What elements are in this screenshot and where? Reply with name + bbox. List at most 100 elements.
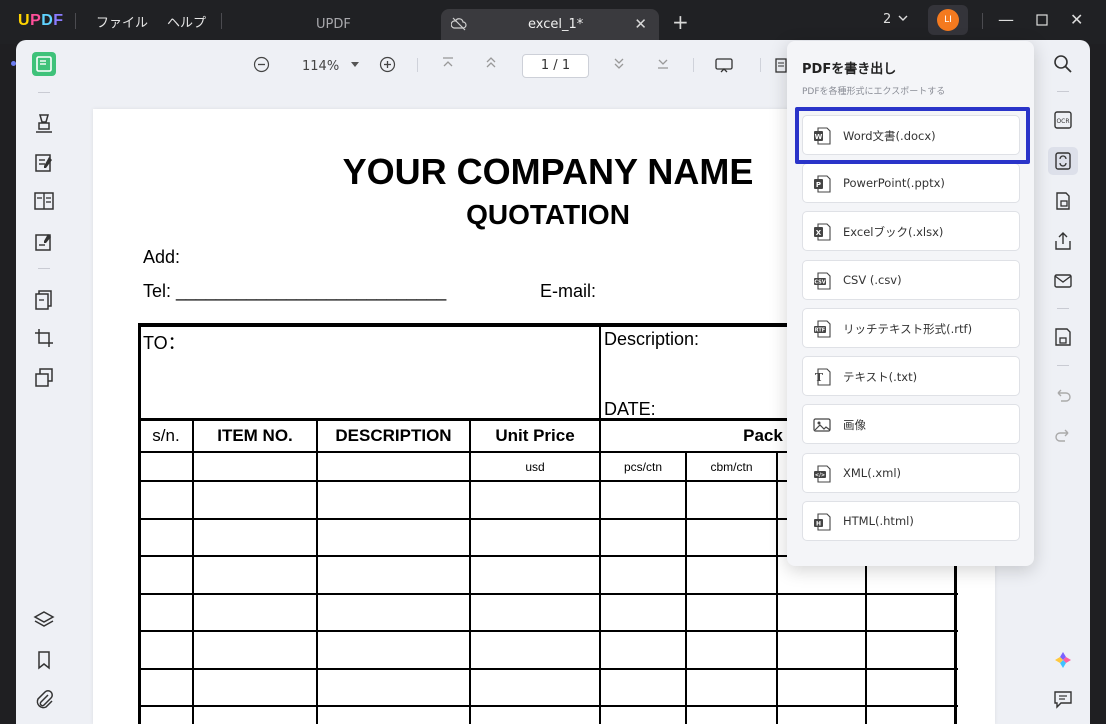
close-window-icon[interactable]: ✕	[1070, 10, 1083, 29]
to-label: TO：	[143, 333, 186, 353]
subheader-usd: usd	[525, 460, 545, 474]
email-icon[interactable]	[1052, 270, 1074, 292]
new-tab-button[interactable]: +	[672, 10, 689, 34]
comment-icon[interactable]	[1052, 688, 1074, 710]
zoom-level[interactable]: 114%	[302, 59, 339, 74]
organize-pages-icon[interactable]	[32, 288, 56, 312]
export-csv-button[interactable]: CSV CSV (.csv)	[802, 260, 1020, 300]
page-number-input[interactable]: 1 / 1	[522, 54, 589, 78]
page-display-icon[interactable]	[775, 58, 787, 73]
divider	[38, 92, 50, 93]
divider	[75, 13, 76, 29]
svg-text:P: P	[816, 181, 821, 189]
app-logo: UPDF	[18, 12, 64, 29]
description-label: Description:	[604, 329, 700, 349]
previous-page-icon[interactable]	[484, 56, 498, 70]
share-icon[interactable]	[1052, 230, 1074, 252]
minimize-icon[interactable]: —	[998, 10, 1014, 29]
divider	[38, 268, 50, 269]
header-pack: Pack	[743, 426, 783, 445]
subheader-pcs-ctn: pcs/ctn	[623, 460, 662, 474]
export-panel-title: PDFを書き出し	[802, 62, 897, 77]
edit-pdf-icon[interactable]	[32, 151, 56, 175]
export-excel-button[interactable]: X Excelブック(.xlsx)	[802, 211, 1020, 251]
export-image-label: 画像	[843, 418, 866, 432]
presentation-icon[interactable]	[715, 58, 733, 73]
ai-assistant-icon[interactable]	[1052, 649, 1074, 671]
export-rtf-label: リッチテキスト形式(.rtf)	[843, 322, 973, 336]
indicator-dot	[11, 61, 16, 66]
maximize-icon[interactable]	[1036, 14, 1048, 26]
divider	[1057, 91, 1069, 92]
bookmark-icon[interactable]	[32, 648, 56, 672]
table-column	[685, 451, 687, 724]
close-tab-icon[interactable]: ✕	[634, 15, 647, 33]
reader-mode-icon[interactable]	[32, 52, 56, 76]
xml-icon: </>	[814, 465, 831, 483]
export-excel-label: Excelブック(.xlsx)	[843, 225, 944, 239]
selection-highlight	[795, 107, 1030, 164]
tab-label: UPDF	[316, 17, 351, 32]
undo-icon[interactable]	[1052, 384, 1074, 406]
divider	[221, 13, 222, 29]
table-column	[865, 559, 867, 724]
export-image-button[interactable]: 画像	[802, 404, 1020, 444]
form-icon[interactable]	[32, 189, 56, 213]
highlighter-icon[interactable]	[32, 111, 56, 135]
attachment-icon[interactable]	[32, 688, 56, 712]
powerpoint-icon: P	[814, 175, 831, 193]
image-icon	[813, 418, 831, 432]
table-column	[316, 418, 318, 724]
search-icon[interactable]	[1052, 53, 1074, 75]
html-icon: H	[814, 513, 831, 531]
crop-icon[interactable]	[32, 326, 56, 350]
table-border	[138, 323, 141, 724]
zoom-out-icon[interactable]	[253, 56, 270, 73]
export-powerpoint-label: PowerPoint(.pptx)	[843, 176, 945, 190]
save-icon[interactable]	[1052, 326, 1074, 348]
export-powerpoint-button[interactable]: P PowerPoint(.pptx)	[802, 163, 1020, 203]
export-xml-button[interactable]: </> XML(.xml)	[802, 453, 1020, 493]
export-text-button[interactable]: T テキスト(.txt)	[802, 356, 1020, 396]
svg-text:T: T	[815, 371, 824, 384]
table-column	[192, 418, 194, 724]
table-row	[138, 668, 958, 670]
table-row	[138, 705, 958, 707]
email-label: E-mail:	[540, 281, 597, 301]
export-html-button[interactable]: H HTML(.html)	[802, 501, 1020, 541]
table-row	[138, 593, 958, 595]
table-border	[954, 559, 957, 724]
page-count[interactable]: 2	[883, 12, 891, 27]
svg-text:X: X	[816, 229, 822, 237]
svg-text:OCR: OCR	[1056, 118, 1069, 125]
date-label: DATE:	[604, 399, 656, 419]
excel-icon: X	[814, 223, 831, 241]
avatar[interactable]: LI	[937, 9, 959, 31]
convert-icon[interactable]	[1052, 150, 1074, 172]
sign-icon[interactable]	[32, 230, 56, 254]
divider	[982, 13, 983, 29]
first-page-icon[interactable]	[441, 56, 455, 70]
zoom-in-icon[interactable]	[379, 56, 396, 73]
table-column	[776, 451, 778, 724]
tab-excel[interactable]: excel_1* ✕	[441, 9, 659, 40]
divider	[1057, 308, 1069, 309]
duplicate-icon[interactable]	[32, 366, 56, 390]
menu-help[interactable]: ヘルプ	[167, 12, 206, 31]
zoom-dropdown-icon[interactable]	[350, 61, 360, 69]
menu-file[interactable]: ファイル	[96, 12, 148, 31]
tab-label: excel_1*	[528, 17, 584, 32]
divider	[1057, 365, 1069, 366]
export-panel-subtitle: PDFを各種形式にエクスポートする	[802, 87, 946, 97]
chevron-down-icon[interactable]	[897, 12, 909, 24]
next-page-icon[interactable]	[612, 56, 626, 70]
subheader-cbm-ctn: cbm/ctn	[710, 460, 753, 474]
export-rtf-button[interactable]: RTF リッチテキスト形式(.rtf)	[802, 308, 1020, 348]
layers-icon[interactable]	[32, 608, 56, 632]
tab-updf[interactable]: UPDF	[230, 9, 440, 40]
last-page-icon[interactable]	[656, 56, 670, 70]
ocr-icon[interactable]: OCR	[1052, 109, 1074, 131]
table-border	[599, 323, 601, 423]
redo-icon[interactable]	[1052, 424, 1074, 446]
protect-icon[interactable]	[1052, 190, 1074, 212]
